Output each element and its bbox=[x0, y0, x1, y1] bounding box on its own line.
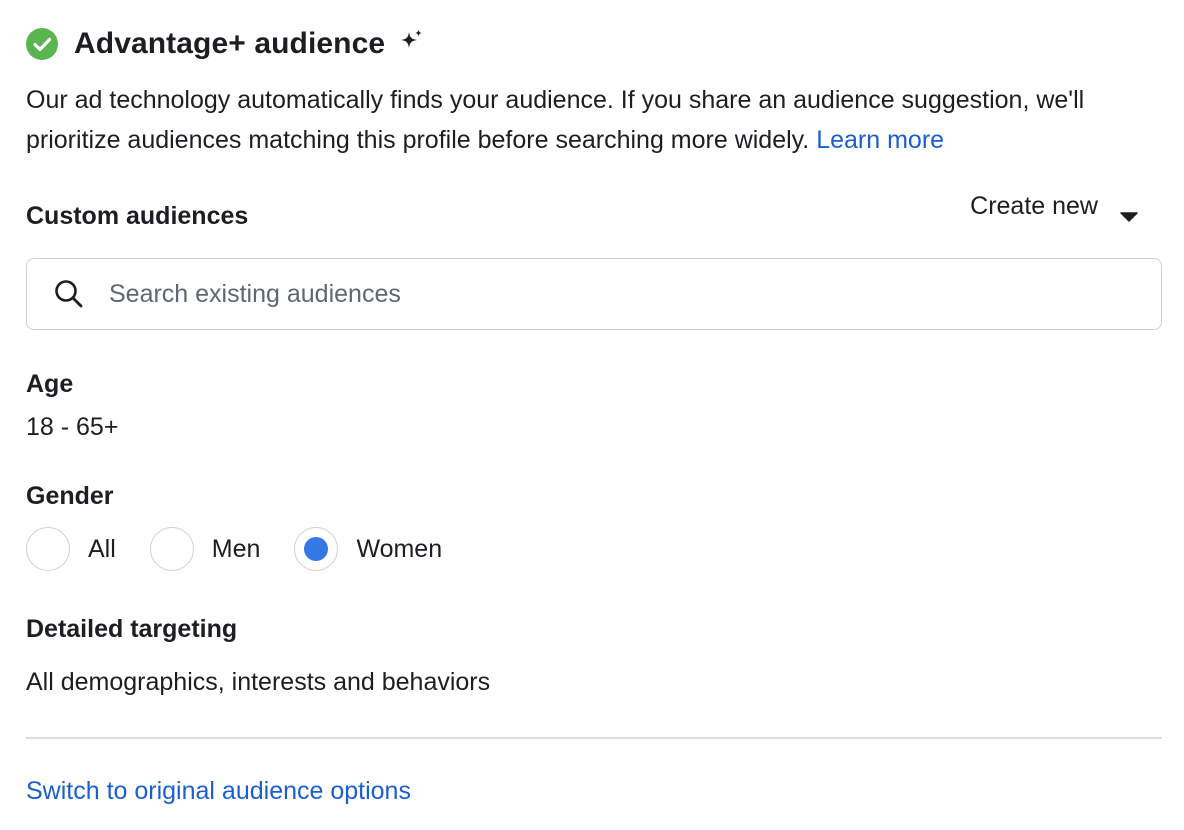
age-label: Age bbox=[26, 370, 74, 398]
radio-button[interactable] bbox=[149, 527, 194, 571]
create-new-dropdown[interactable]: Create new bbox=[970, 192, 1138, 222]
radio-selected-dot bbox=[304, 537, 329, 561]
learn-more-link[interactable]: Learn more bbox=[816, 126, 944, 154]
advantage-audience-panel: Advantage+ audience Our ad technology au… bbox=[26, 22, 1162, 806]
check-circle-icon bbox=[26, 28, 58, 60]
caret-down-icon bbox=[1120, 201, 1138, 222]
divider bbox=[26, 737, 1162, 739]
sparkle-icon bbox=[399, 29, 425, 55]
switch-audience-options-link[interactable]: Switch to original audience options bbox=[26, 777, 411, 806]
section-header: Advantage+ audience bbox=[26, 22, 1162, 66]
gender-option-men[interactable]: Men bbox=[149, 527, 261, 571]
gender-option-women[interactable]: Women bbox=[294, 527, 442, 571]
create-new-label: Create new bbox=[970, 192, 1098, 220]
gender-label: Gender bbox=[26, 482, 114, 510]
custom-audience-search[interactable] bbox=[26, 258, 1162, 330]
radio-label: Men bbox=[211, 534, 261, 563]
radio-label: Women bbox=[356, 534, 443, 563]
gender-radio-group: All Men Women bbox=[26, 523, 1162, 575]
radio-button-selected[interactable] bbox=[294, 527, 339, 571]
radio-label: All bbox=[88, 534, 116, 563]
detailed-targeting-label: Detailed targeting bbox=[26, 615, 238, 643]
search-icon bbox=[53, 278, 85, 310]
gender-option-all[interactable]: All bbox=[26, 527, 116, 571]
custom-audiences-row: Custom audiences Create new bbox=[26, 192, 1162, 242]
age-value: 18 - 65+ bbox=[26, 413, 119, 441]
search-audiences-input[interactable] bbox=[107, 278, 1091, 310]
detailed-targeting-value: All demographics, interests and behavior… bbox=[26, 668, 491, 696]
section-description: Our ad technology automatically finds yo… bbox=[26, 80, 1166, 160]
section-title: Advantage+ audience bbox=[74, 27, 386, 60]
radio-button[interactable] bbox=[26, 527, 70, 571]
custom-audiences-label: Custom audiences bbox=[26, 202, 249, 230]
